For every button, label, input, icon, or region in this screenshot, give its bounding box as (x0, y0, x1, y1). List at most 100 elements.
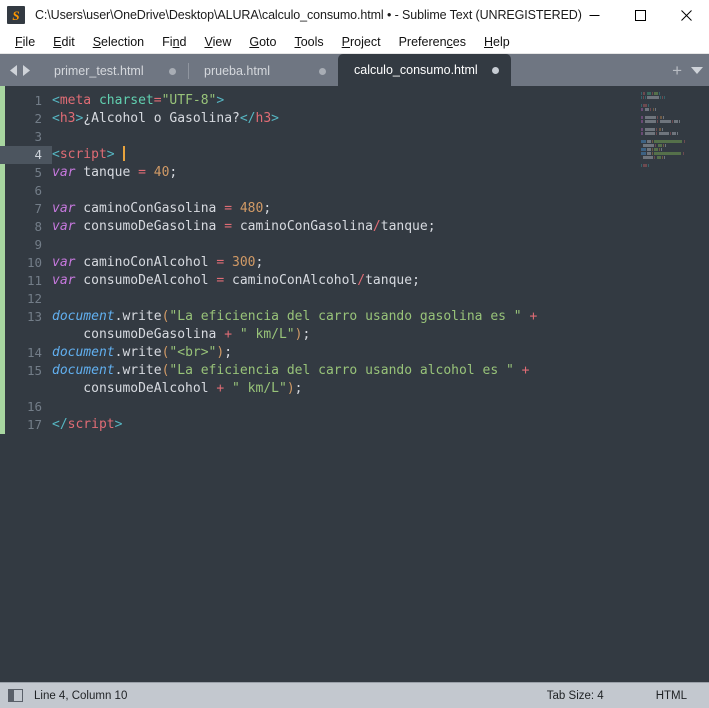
tab-dirty-indicator[interactable] (169, 67, 176, 75)
tab-dirty-indicator[interactable] (319, 67, 326, 75)
menu-item-edit[interactable]: Edit (44, 32, 84, 52)
toggle-sidebar-icon[interactable] (8, 689, 23, 702)
tab-dirty-indicator[interactable] (491, 66, 499, 74)
minimap-line (641, 148, 705, 151)
minimap-segment (641, 96, 642, 99)
code-token: ; (412, 273, 420, 288)
minimap-segment (683, 152, 684, 155)
menu-item-preferences[interactable]: Preferences (390, 32, 475, 52)
tab-bar: primer_test.html prueba.html calculo_consu… (0, 54, 709, 86)
minimap-segment (674, 120, 678, 123)
menu-item-find[interactable]: Find (153, 32, 195, 52)
minimap-segment (657, 120, 658, 123)
minimap-line (641, 92, 705, 95)
minimap-segment (663, 144, 664, 147)
menu-item-goto[interactable]: Goto (240, 32, 285, 52)
maximize-icon (634, 9, 646, 21)
tab-label: prueba.html (204, 64, 271, 78)
syntax-status[interactable]: HTML (656, 690, 695, 702)
code-token: > (114, 417, 123, 432)
minimap-segment (654, 92, 658, 95)
minimap-line (641, 116, 705, 119)
minimap[interactable] (637, 86, 709, 682)
minimap-line (641, 124, 705, 127)
minimap-segment (654, 140, 682, 143)
minimap-line (641, 100, 705, 103)
code-editor[interactable]: <meta charset="UTF-8"> <h3>¿Alcohol o Gas… (52, 86, 637, 682)
code-token: ; (169, 165, 178, 180)
code-line-17: </script> (52, 416, 637, 434)
minimap-segment (645, 132, 655, 135)
minimap-segment (662, 128, 663, 131)
code-token: ; (263, 201, 272, 216)
tab-overflow-chevron-down-icon[interactable] (691, 66, 703, 74)
window-controls (571, 0, 709, 30)
minimap-segment (645, 120, 656, 123)
tab-prueba-html[interactable]: prueba.html (188, 56, 338, 86)
minimap-segment (645, 96, 646, 99)
tab-primer_test-html[interactable]: primer_test.html (38, 56, 188, 86)
minimap-segment (660, 120, 671, 123)
minimap-line (641, 112, 705, 115)
code-line-5: var tanque = 40; (52, 164, 637, 182)
code-token: < (52, 93, 60, 108)
minimap-segment (654, 148, 658, 151)
code-token: script (59, 147, 107, 162)
tab-calculo_consumo-html[interactable]: calculo_consumo.html (338, 54, 511, 86)
code-token: 40 (153, 165, 170, 180)
code-token: = (138, 165, 146, 180)
maximize-button[interactable] (617, 0, 663, 30)
menu-item-project[interactable]: Project (333, 32, 390, 52)
code-token: caminoConGasolina (232, 219, 373, 234)
code-token: .write (114, 363, 162, 378)
tab-scroll-left-icon[interactable] (8, 64, 19, 77)
code-token: var (52, 165, 76, 180)
line-number-17: 17 (26, 417, 42, 432)
menu-item-help[interactable]: Help (475, 32, 519, 52)
minimize-button[interactable] (571, 0, 617, 30)
sublime-text-window: S C:\Users\user\OneDrive\Desktop\ALURA\c… (0, 0, 709, 708)
code-token: = (224, 201, 233, 216)
minimap-line (641, 140, 705, 143)
menu-item-selection[interactable]: Selection (84, 32, 153, 52)
tab-size-status[interactable]: Tab Size: 4 (547, 690, 604, 702)
text-cursor (123, 146, 126, 161)
minimap-segment (663, 116, 664, 119)
minimap-line (641, 156, 705, 159)
line-number-6: 6 (34, 183, 42, 198)
minimap-segment (647, 148, 651, 151)
minimap-line (641, 128, 705, 131)
minimap-segment (650, 108, 651, 111)
cursor-position-status[interactable]: Line 4, Column 10 (34, 690, 127, 702)
code-token: consumoDeGasolina (75, 219, 225, 234)
line-number-12: 12 (26, 291, 42, 306)
line-number-8: 8 (34, 219, 42, 234)
menu-item-file[interactable]: File (6, 32, 44, 52)
code-line-13-wrap: consumoDeGasolina + " km/L"); (52, 326, 637, 344)
sublime-text-logo-icon: S (7, 6, 25, 24)
line-number-2: 2 (34, 111, 42, 126)
code-line-8: var consumoDeGasolina = caminoConGasolin… (52, 218, 637, 236)
menu-item-view[interactable]: View (195, 32, 240, 52)
tab-navigation (0, 54, 38, 86)
minimap-segment (641, 104, 642, 107)
code-token: </ (239, 111, 256, 126)
menu-item-tools[interactable]: Tools (285, 32, 332, 52)
code-token: tanque (75, 165, 139, 180)
code-token: ) (286, 381, 295, 396)
minimap-segment (641, 128, 643, 131)
tab-scroll-right-icon[interactable] (21, 64, 32, 77)
close-button[interactable] (663, 0, 709, 30)
code-token: .write (114, 309, 162, 324)
code-token: h3 (59, 111, 76, 126)
code-token: ; (224, 345, 233, 360)
new-tab-button[interactable]: + (672, 62, 682, 79)
code-token: "UTF-8" (161, 93, 217, 108)
line-number-4: 4 (0, 146, 52, 164)
code-token: / (357, 273, 366, 288)
code-token: " km/L" (224, 381, 287, 396)
code-line-13: document.write("La eficiencia del carro … (52, 308, 637, 326)
